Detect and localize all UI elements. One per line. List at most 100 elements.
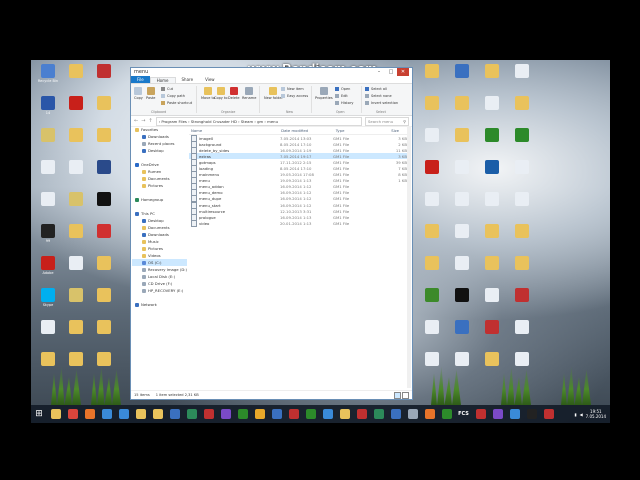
tab-home[interactable]: Home: [149, 76, 176, 83]
desktop-icon[interactable]: [35, 352, 61, 367]
nav-item[interactable]: Pictures: [132, 182, 187, 189]
properties-button[interactable]: Properties: [315, 87, 333, 100]
taskbar-item-app6[interactable]: [269, 406, 285, 422]
minimize-button[interactable]: –: [373, 68, 385, 76]
nav-item[interactable]: Documents: [132, 224, 187, 231]
desktop-icon[interactable]: [509, 288, 535, 303]
tab-view[interactable]: View: [199, 77, 221, 82]
nav-item[interactable]: Recovery Image (D:): [132, 266, 187, 273]
search-input[interactable]: Search menu ⚲: [365, 116, 409, 126]
desktop-icon[interactable]: [419, 160, 445, 175]
desktop-icon[interactable]: [35, 160, 61, 175]
volume-icon[interactable]: ◀: [580, 412, 583, 417]
taskbar-item-app21[interactable]: [541, 406, 557, 422]
desktop-icon[interactable]: [449, 128, 475, 143]
desktop-icon[interactable]: [509, 64, 535, 79]
desktop-icon[interactable]: [449, 256, 475, 271]
clock[interactable]: 19:51 7.05.2014: [586, 409, 606, 419]
desktop-icon[interactable]: [509, 224, 535, 239]
desktop-icon[interactable]: [91, 256, 117, 271]
desktop-icon[interactable]: [35, 320, 61, 335]
desktop-icon[interactable]: [509, 128, 535, 143]
up-arrow-icon[interactable]: ↑: [148, 118, 152, 124]
nav-item[interactable]: Rumen: [132, 168, 187, 175]
select-none-button[interactable]: Select none: [365, 94, 392, 98]
taskbar-item-app15[interactable]: [422, 406, 438, 422]
rename-button[interactable]: Rename: [242, 87, 256, 100]
nav-item[interactable]: This PC: [132, 210, 187, 217]
paste-shortcut-button[interactable]: Paste shortcut: [161, 101, 192, 105]
taskbar-item-ie[interactable]: [99, 406, 115, 422]
desktop-icon[interactable]: [479, 256, 505, 271]
desktop-icon[interactable]: [479, 224, 505, 239]
desktop-icon[interactable]: [509, 192, 535, 207]
desktop-icon[interactable]: [91, 288, 117, 303]
address-bar[interactable]: › Program Files › Stronghold Crusader HD…: [155, 116, 362, 126]
desktop-icon[interactable]: [419, 224, 445, 239]
taskbar-item-app4[interactable]: [235, 406, 251, 422]
taskbar-item-app20[interactable]: [524, 406, 540, 422]
nav-item[interactable]: Network: [132, 301, 187, 308]
maximize-button[interactable]: □: [385, 68, 397, 76]
taskbar-item-store[interactable]: [116, 406, 132, 422]
nav-item[interactable]: Downloads: [132, 133, 187, 140]
desktop-icon[interactable]: [63, 320, 89, 335]
desktop-icon[interactable]: [479, 288, 505, 303]
desktop-icon[interactable]: [419, 288, 445, 303]
desktop-icon[interactable]: [419, 96, 445, 111]
desktop-icon[interactable]: [91, 320, 117, 335]
desktop-icon[interactable]: [449, 288, 475, 303]
copy-to-button[interactable]: Copy to: [214, 87, 228, 100]
cut-button[interactable]: Cut: [161, 87, 173, 91]
desktop-icon[interactable]: [479, 64, 505, 79]
nav-item[interactable]: Pictures: [132, 245, 187, 252]
tab-share[interactable]: Share: [176, 77, 200, 82]
paste-button[interactable]: Paste: [146, 87, 155, 100]
taskbar-item-app18[interactable]: [490, 406, 506, 422]
easy-access-button[interactable]: Easy access: [281, 94, 308, 98]
move-to-button[interactable]: Move to: [201, 87, 215, 100]
large-icons-view-icon[interactable]: [402, 391, 409, 399]
column-type[interactable]: Type: [334, 128, 390, 133]
taskbar-item-app9[interactable]: [320, 406, 336, 422]
desktop-icon[interactable]: [91, 352, 117, 367]
desktop-icon[interactable]: [479, 192, 505, 207]
nav-item[interactable]: Videos: [132, 252, 187, 259]
desktop-icon[interactable]: [449, 96, 475, 111]
desktop-icon[interactable]: [63, 288, 89, 303]
taskbar-item-folder2[interactable]: [150, 406, 166, 422]
taskbar-item-app16[interactable]: [439, 406, 455, 422]
taskbar-item-app3[interactable]: [218, 406, 234, 422]
start-button[interactable]: ⊞: [31, 405, 47, 423]
desktop-icon[interactable]: [35, 192, 61, 207]
taskbar-item-folder[interactable]: [133, 406, 149, 422]
taskbar-item-app12[interactable]: [371, 406, 387, 422]
desktop-icon[interactable]: [63, 160, 89, 175]
delete-button[interactable]: Delete: [228, 87, 240, 100]
nav-item[interactable]: Desktop: [132, 147, 187, 154]
desktop-icon[interactable]: [449, 160, 475, 175]
desktop-icon[interactable]: [63, 224, 89, 239]
window-titlebar[interactable]: menu – □ ✕: [131, 68, 412, 76]
taskbar-item-app10[interactable]: [337, 406, 353, 422]
copy-path-button[interactable]: Copy path: [161, 94, 185, 98]
nav-item[interactable]: CD Drive (F:): [132, 280, 187, 287]
desktop-icon[interactable]: Adobe: [35, 256, 61, 275]
select-all-button[interactable]: Select all: [365, 87, 387, 91]
desktop-icon[interactable]: [91, 224, 117, 239]
close-button[interactable]: ✕: [397, 68, 409, 76]
nav-item[interactable]: Homegroup: [132, 196, 187, 203]
forward-arrow-icon[interactable]: →: [141, 118, 145, 124]
desktop-icon[interactable]: [419, 256, 445, 271]
open-button[interactable]: Open: [335, 87, 350, 91]
desktop-icon[interactable]: [91, 64, 117, 79]
desktop-icon[interactable]: [419, 192, 445, 207]
desktop-icon[interactable]: 99: [35, 224, 61, 243]
back-arrow-icon[interactable]: ←: [134, 118, 138, 124]
desktop-icon[interactable]: [509, 352, 535, 367]
desktop-icon[interactable]: [449, 64, 475, 79]
desktop-icon[interactable]: [419, 128, 445, 143]
desktop-icon[interactable]: [449, 224, 475, 239]
nav-item[interactable]: Local Disk (E:): [132, 273, 187, 280]
desktop-icon[interactable]: [509, 320, 535, 335]
